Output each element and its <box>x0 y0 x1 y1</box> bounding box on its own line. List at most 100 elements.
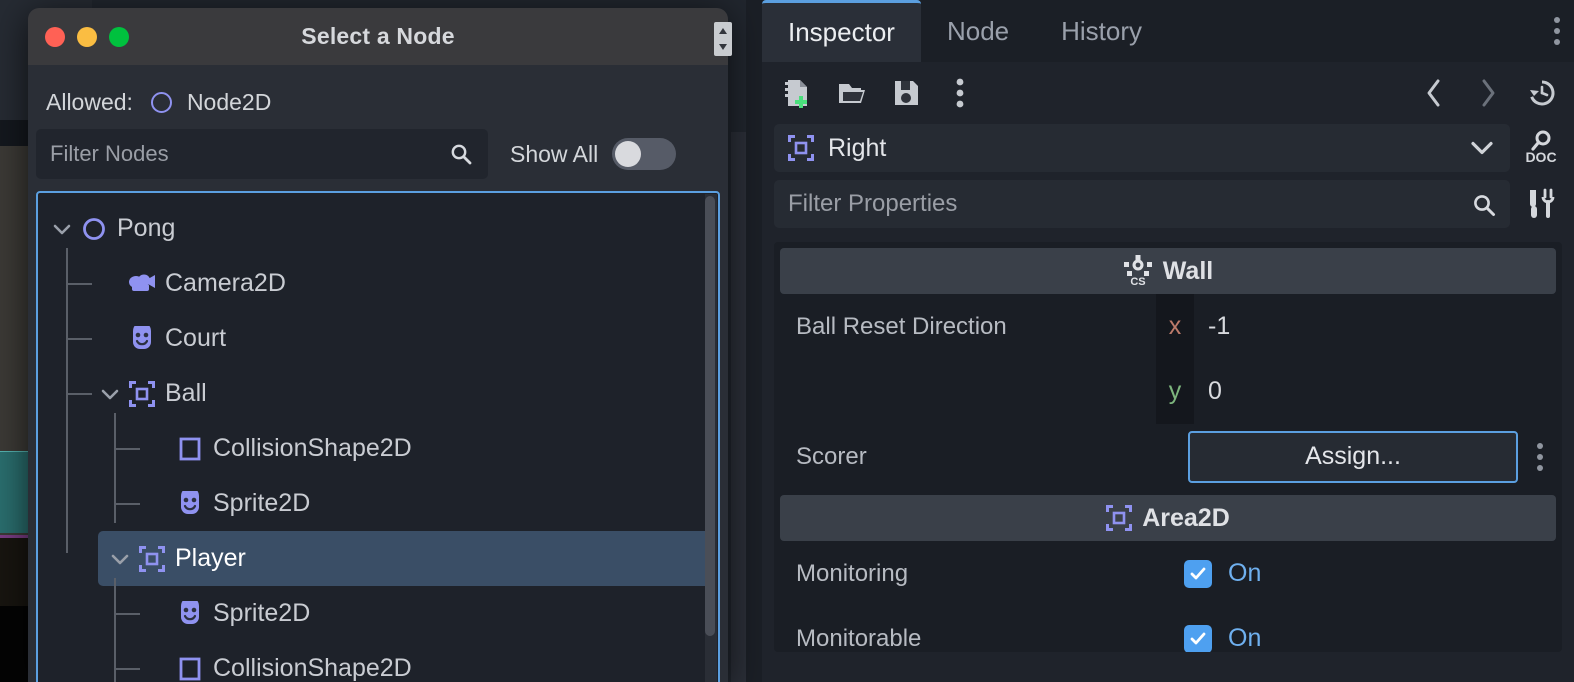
tree-item-sprite2d[interactable]: Sprite2D <box>38 586 718 641</box>
axis-label-y: y <box>1156 359 1194 424</box>
tree-guide-line <box>114 613 140 615</box>
object-selector[interactable]: Right <box>774 124 1510 172</box>
inspector-panel: Inspector Node History <box>762 0 1574 682</box>
filter-nodes-input[interactable]: Filter Nodes <box>36 129 488 179</box>
tree-guide-trunk <box>114 578 116 682</box>
tree-item-label: Camera2D <box>165 269 286 298</box>
new-resource-icon[interactable] <box>782 77 814 109</box>
resource-row-menu-icon[interactable] <box>1518 443 1562 471</box>
chevron-down-icon[interactable] <box>52 219 72 239</box>
kebab-dot <box>1554 39 1560 45</box>
chevron-down-icon[interactable] <box>100 384 120 404</box>
tab-label: Inspector <box>788 17 895 48</box>
vector-component-y[interactable]: y 0 <box>1156 359 1230 424</box>
property-row-bool: Monitorable On <box>774 606 1562 652</box>
object-tools-icon[interactable] <box>1520 182 1562 226</box>
show-all-toggle[interactable] <box>612 138 676 170</box>
open-resource-icon[interactable] <box>836 77 868 109</box>
checkbox-checked-icon[interactable] <box>1184 560 1212 588</box>
tree-arrow-placeholder <box>100 329 120 349</box>
tree-arrow-placeholder <box>148 659 168 679</box>
tree-arrow-placeholder <box>100 274 120 294</box>
tree-arrow-placeholder <box>148 604 168 624</box>
tree-item-collisionshape2d[interactable]: CollisionShape2D <box>38 421 718 476</box>
tree-item-ball[interactable]: Ball <box>38 366 718 421</box>
tree-item-camera2d[interactable]: Camera2D <box>38 256 718 311</box>
tree-item-pong[interactable]: Pong <box>38 201 718 256</box>
kebab-dot <box>1537 443 1543 449</box>
chevron-down-icon[interactable] <box>110 549 130 569</box>
vector-value-y: 0 <box>1194 377 1222 406</box>
history-icon[interactable] <box>1526 77 1558 109</box>
tree-guide-line <box>66 393 92 395</box>
filter-nodes-placeholder: Filter Nodes <box>36 141 169 167</box>
node-tree[interactable]: PongCamera2DCourt BallCollisionShape2DSp… <box>36 191 720 682</box>
tree-item-label: Ball <box>165 379 207 408</box>
show-all-label: Show All <box>510 141 598 168</box>
tree-scrollbar-thumb[interactable] <box>705 196 715 636</box>
property-row-bool: Monitoring On <box>774 541 1562 606</box>
bool-value-cell[interactable]: On <box>1184 559 1261 588</box>
bool-value-cell[interactable]: On <box>1184 624 1261 652</box>
tree-item-label: Player <box>175 544 246 573</box>
filter-row: Filter Nodes Show All <box>28 117 728 179</box>
search-icon <box>1472 193 1494 215</box>
history-back-icon[interactable] <box>1418 77 1450 109</box>
toggle-knob <box>615 141 641 167</box>
property-row-vector2: Ball Reset Direction x -1 y 0 <box>774 294 1562 424</box>
tree-item-label: CollisionShape2D <box>213 434 412 463</box>
assign-resource-button[interactable]: Assign... <box>1188 431 1518 483</box>
tab-history[interactable]: History <box>1035 0 1168 62</box>
dialog-title: Select a Node <box>28 23 728 50</box>
section-header-wall[interactable]: CSWall <box>780 248 1556 294</box>
tree-guide-line <box>66 338 92 340</box>
history-forward-icon[interactable] <box>1472 77 1504 109</box>
save-resource-icon[interactable] <box>890 77 922 109</box>
section-header-area2d[interactable]: Area2D <box>780 495 1556 541</box>
section-title: Area2D <box>1142 504 1230 533</box>
kebab-dot <box>1537 454 1543 460</box>
tree-item-collisionshape2d[interactable]: CollisionShape2D <box>38 641 718 682</box>
property-label: Monitorable <box>796 625 1156 653</box>
collisionshape2d-icon <box>176 435 204 463</box>
kebab-dot <box>1554 28 1560 34</box>
tab-label: History <box>1061 16 1142 47</box>
tab-inspector[interactable]: Inspector <box>762 0 921 62</box>
resource-menu-kebab-icon[interactable] <box>944 77 976 109</box>
area2d-icon <box>788 135 814 161</box>
tree-arrow-placeholder <box>148 439 168 459</box>
tree-scrollbar-track[interactable] <box>705 194 717 682</box>
tab-node[interactable]: Node <box>921 0 1035 62</box>
allowed-label: Allowed: <box>46 89 133 116</box>
background-scrollbar-track[interactable] <box>731 132 746 682</box>
svg-text:CS: CS <box>1130 276 1145 287</box>
tree-item-sprite2d[interactable]: Sprite2D <box>38 476 718 531</box>
tree-item-label: CollisionShape2D <box>213 654 412 682</box>
area2d-icon <box>138 545 166 573</box>
area2d-icon <box>1106 505 1132 531</box>
property-row-resource: Scorer Assign... <box>774 424 1562 489</box>
camera2d-icon <box>128 270 156 298</box>
inspector-tabbar-menu[interactable] <box>1554 17 1560 45</box>
area2d-icon <box>128 380 156 408</box>
filter-properties-input[interactable]: Filter Properties <box>774 180 1510 228</box>
dialog-resize-handle[interactable] <box>714 22 732 56</box>
chevron-down-icon[interactable] <box>1470 141 1494 156</box>
bool-value-label: On <box>1228 559 1261 588</box>
tree-guide-trunk <box>114 413 116 523</box>
inspector-tabbar: Inspector Node History <box>762 0 1574 62</box>
dialog-titlebar[interactable]: Select a Node <box>28 8 728 65</box>
tree-item-label: Pong <box>117 214 175 243</box>
allowed-type-value: Node2D <box>187 89 271 116</box>
vector-component-x[interactable]: x -1 <box>1156 294 1230 359</box>
kebab-dot <box>1537 465 1543 471</box>
tree-item-court[interactable]: Court <box>38 311 718 366</box>
tree-item-player[interactable]: Player <box>98 531 712 586</box>
axis-label-x: x <box>1156 294 1194 359</box>
node2d-icon <box>151 92 172 113</box>
object-name: Right <box>828 134 886 163</box>
filter-properties-row: Filter Properties <box>762 172 1574 228</box>
select-a-node-dialog: Select a Node Allowed: Node2D Filter Nod… <box>28 8 728 682</box>
open-documentation-icon[interactable]: DOC <box>1520 126 1562 170</box>
checkbox-checked-icon[interactable] <box>1184 625 1212 653</box>
